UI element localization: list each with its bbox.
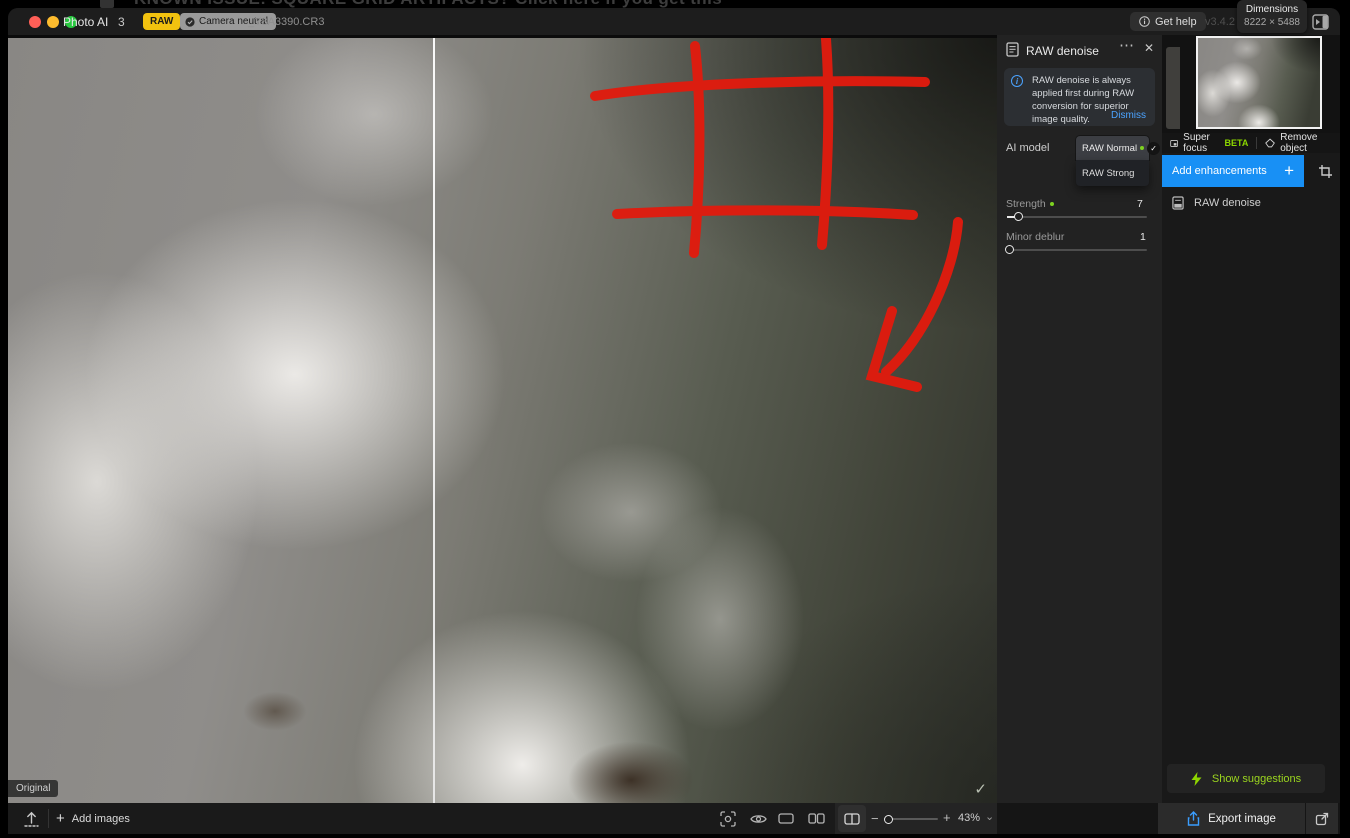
export-image-button[interactable]: Export image [1158,803,1305,834]
panel-more-icon[interactable]: ⋯ [1119,36,1135,54]
strength-slider[interactable] [1007,216,1147,218]
beta-badge: BETA [1224,138,1248,148]
photo-preview [8,38,997,803]
crop-button[interactable] [1310,155,1340,187]
share-export-icon [1187,811,1200,826]
info-circle-icon: i [1011,75,1023,87]
screenshot-root: KNOWN ISSUE: SQUARE GRID ARTIFACTS? Clic… [0,0,1350,838]
raw-denoise-panel: RAW denoise ⋯ ✕ i RAW denoise is always … [997,35,1162,803]
app-version: v3.4.2 [1205,16,1235,28]
title-bar: Photo AI 3 RAW Camera neutral _Y3A3390.C… [8,8,1340,35]
strength-label: Strength [1006,198,1046,210]
strength-slider-handle[interactable] [1014,212,1023,221]
info-icon [1139,16,1150,27]
mode-tabs: Super focus BETA Remove object [1162,133,1340,153]
compare-split-line[interactable] [433,38,435,803]
app-title: Photo AI [63,15,108,29]
remove-object-icon [1265,137,1275,149]
navigator-thumbnail[interactable] [1196,36,1322,129]
denoise-info-box: i RAW denoise is always applied first du… [1004,68,1155,126]
minimize-window-button[interactable] [47,16,59,28]
processing-done-checkmark: ✓ [974,780,987,798]
close-window-button[interactable] [29,16,41,28]
plus-icon: + [1284,161,1294,181]
super-focus-icon [1170,138,1178,149]
zoom-controls: − + 43% ⌄ [835,803,997,834]
single-view-button[interactable] [771,803,801,834]
dismiss-link[interactable]: Dismiss [1111,110,1146,121]
split-view-icon [844,813,860,825]
ai-model-menu: RAW Strong [1076,160,1149,186]
zoom-fit-icon [720,811,736,827]
zoom-out-button[interactable]: − [871,811,879,826]
original-label-badge: Original [8,780,58,797]
zoom-chevron-down-icon[interactable]: ⌄ [985,810,994,823]
navigator-area [1162,35,1340,135]
check-circle-icon [185,17,195,27]
side-by-side-view-button[interactable] [801,803,831,834]
zoom-slider[interactable] [885,818,938,820]
add-images-button[interactable]: + Add images [56,803,130,834]
ai-model-option-raw-strong[interactable]: RAW Strong [1082,168,1134,179]
thumbnail-image [1198,38,1320,127]
right-sidebar: Super focus BETA Remove object Add enhan… [1162,35,1340,803]
filmstrip-edge [1166,47,1180,129]
panel-close-icon[interactable]: ✕ [1144,41,1154,55]
ai-model-label: AI model [1006,142,1049,154]
zoom-slider-handle[interactable] [884,815,893,824]
minor-deblur-value: 1 [1140,231,1146,243]
minor-deblur-slider[interactable] [1007,249,1147,251]
ai-model-dropdown[interactable]: RAW Normal ✓ [1076,136,1149,160]
plus-icon: + [56,810,65,827]
ai-model-selected: RAW Normal [1082,143,1137,154]
preview-original-button[interactable] [743,803,773,834]
dual-view-icon [808,813,825,824]
remove-object-tab[interactable]: Remove object [1257,133,1340,153]
export-settings-button[interactable] [1306,803,1338,834]
split-view-button[interactable] [838,805,866,832]
crop-icon [1318,164,1333,179]
raw-badge: RAW [143,13,180,30]
selected-check-icon: ✓ [1147,142,1160,155]
enhancement-list-item[interactable]: RAW denoise [1162,192,1340,214]
strength-auto-dot-icon [1050,202,1054,206]
toggle-right-panel-button[interactable] [1309,12,1331,32]
export-section: Export image [997,803,1340,834]
minor-deblur-label: Minor deblur [1006,231,1064,243]
zoom-to-fit-button[interactable] [713,803,743,834]
background-heading-text: KNOWN ISSUE: SQUARE GRID ARTIFACTS? Clic… [134,0,722,8]
enhancement-item-label: RAW denoise [1194,197,1261,209]
super-focus-tab[interactable]: Super focus BETA [1162,133,1256,153]
strength-value: 7 [1137,198,1143,210]
dimensions-tooltip: Dimensions 8222 × 5488 [1237,0,1307,33]
open-filename: _Y3A3390.CR3 [248,16,324,28]
dimensions-label: Dimensions [1237,4,1307,15]
heading-bullet-icon [100,0,114,8]
single-view-icon [778,813,794,824]
upload-button[interactable] [16,803,46,834]
get-help-button[interactable]: Get help [1130,12,1206,31]
lightning-icon [1191,772,1202,786]
toolbar-divider [48,809,49,828]
add-enhancements-button[interactable]: Add enhancements + [1162,155,1304,187]
show-suggestions-button[interactable]: Show suggestions [1167,764,1325,793]
zoom-in-button[interactable]: + [943,810,951,825]
app-number: 3 [118,15,125,29]
dimensions-value: 8222 × 5488 [1237,17,1307,28]
panel-title: RAW denoise [1026,44,1099,58]
eye-icon [750,813,767,825]
background-heading: KNOWN ISSUE: SQUARE GRID ARTIFACTS? Clic… [100,0,1250,8]
panel-toggle-icon [1312,14,1329,30]
zoom-level[interactable]: 43% [958,812,980,824]
bottom-toolbar: + Add images [8,803,1340,834]
image-canvas[interactable]: Original ✓ [8,35,997,803]
export-settings-icon [1315,812,1329,826]
denoise-item-icon [1172,196,1184,210]
denoise-doc-icon [1006,42,1019,57]
minor-deblur-slider-handle[interactable] [1005,245,1014,254]
upload-icon [24,811,39,827]
auto-dot-icon [1140,146,1144,150]
